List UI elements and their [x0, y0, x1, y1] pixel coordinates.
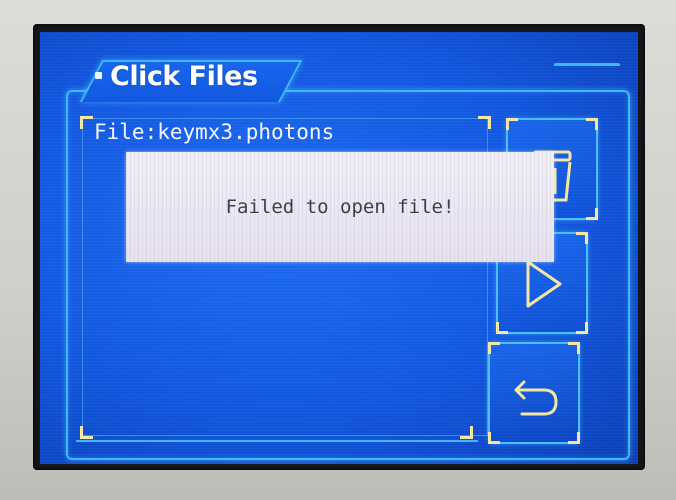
panel-corner-top-left [80, 116, 93, 129]
file-name-label[interactable]: File:keymx3.photons [94, 120, 334, 144]
title-bullet-icon [95, 72, 102, 79]
error-message: Failed to open file! [225, 196, 455, 218]
back-button[interactable] [488, 342, 580, 444]
panel-corner-bottom-left [80, 426, 93, 439]
lcd-screen: Click Files File:keymx3.photons Failed t… [40, 32, 638, 464]
page-title: Click Files [110, 61, 258, 92]
top-accent-line [554, 63, 620, 72]
panel-corner-top-right [478, 116, 491, 129]
bottom-rail [76, 440, 478, 450]
panel-corner-bottom-right [460, 426, 473, 439]
back-arrow-icon [514, 380, 558, 416]
error-dialog[interactable]: Failed to open file! [126, 152, 554, 262]
